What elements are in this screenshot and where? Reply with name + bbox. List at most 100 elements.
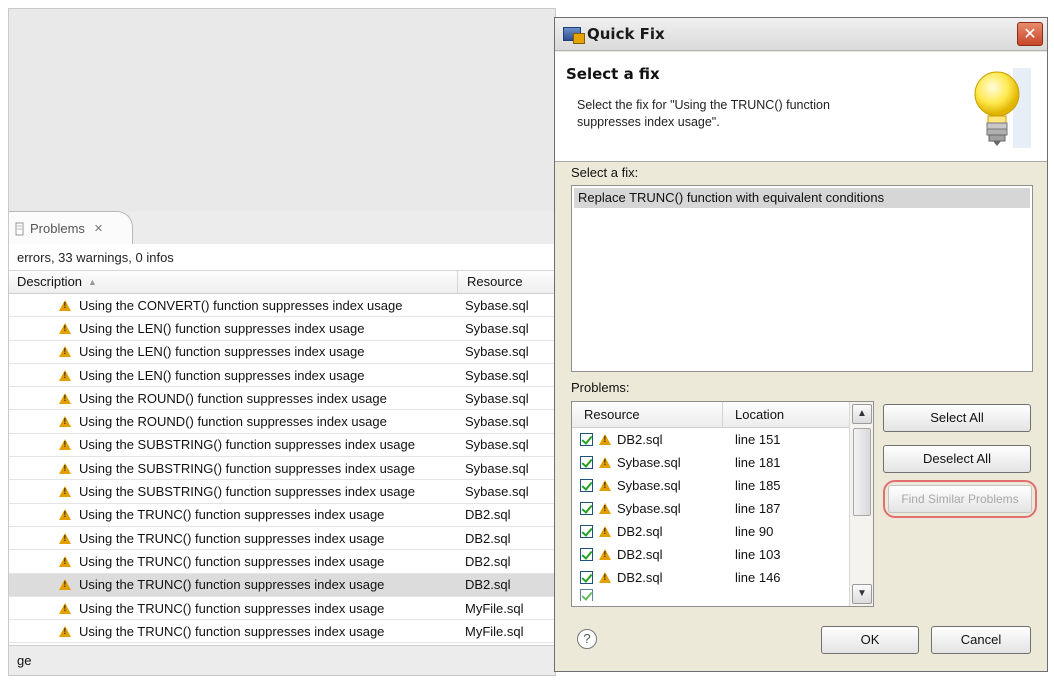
table-row[interactable]: Using the SUBSTRING() function suppresse… [9, 434, 555, 458]
quick-fix-app-icon [563, 27, 585, 44]
fix-item[interactable]: Replace TRUNC() function with equivalent… [574, 188, 1030, 208]
warning-icon [59, 462, 71, 474]
row-resource: DB2.sql [465, 530, 511, 546]
table-row[interactable]: Using the ROUND() function suppresses in… [9, 410, 555, 434]
warning-icon [59, 346, 71, 358]
column-description[interactable]: Description ▲ [9, 271, 458, 293]
problems-column-header: Description ▲ Resource [9, 270, 555, 294]
checkbox[interactable] [580, 548, 593, 561]
list-item[interactable]: Sybase.sql line 187 [572, 497, 873, 520]
row-description-cell: Using the SUBSTRING() function suppresse… [9, 484, 458, 499]
list-item[interactable]: DB2.sql line 90 [572, 520, 873, 543]
row-resource: MyFile.sql [465, 623, 524, 639]
table-row[interactable]: Using the TRUNC() function suppresses in… [9, 504, 555, 527]
problem-resource: DB2.sql [617, 547, 663, 562]
dialog-titlebar[interactable]: Quick Fix ✕ [555, 18, 1047, 51]
problem-resource: DB2.sql [617, 432, 663, 447]
dialog-title: Quick Fix [587, 25, 665, 43]
column-resource[interactable]: Resource [458, 271, 555, 293]
tab-problems[interactable]: Problems ✕ [9, 211, 133, 245]
problem-location: line 185 [735, 478, 781, 493]
help-icon[interactable]: ? [577, 629, 597, 649]
deselect-all-button[interactable]: Deselect All [883, 445, 1031, 473]
table-row[interactable]: Using the LEN() function suppresses inde… [9, 317, 555, 341]
row-resource: DB2.sql [465, 553, 511, 569]
warning-icon [59, 555, 71, 567]
row-resource: Sybase.sql [465, 297, 529, 313]
row-resource: Sybase.sql [465, 390, 529, 406]
table-row[interactable]: Using the TRUNC() function suppresses in… [9, 620, 555, 644]
row-description: Using the SUBSTRING() function suppresse… [79, 460, 415, 476]
checkbox[interactable] [580, 456, 593, 469]
ok-button[interactable]: OK [821, 626, 919, 654]
checkbox[interactable] [580, 433, 593, 446]
row-description: Using the LEN() function suppresses inde… [79, 320, 365, 336]
scroll-down-icon[interactable]: ▼ [852, 584, 872, 604]
row-description: Using the TRUNC() function suppresses in… [79, 600, 385, 616]
status-bar: ge [9, 645, 555, 675]
fix-list[interactable]: Replace TRUNC() function with equivalent… [571, 185, 1033, 372]
select-all-button[interactable]: Select All [883, 404, 1031, 432]
close-tab-icon[interactable]: ✕ [94, 222, 103, 235]
cancel-button[interactable]: Cancel [931, 626, 1031, 654]
table-row[interactable]: Using the ROUND() function suppresses in… [9, 387, 555, 411]
row-description: Using the LEN() function suppresses inde… [79, 344, 365, 360]
table-row[interactable]: Using the SUBSTRING() function suppresse… [9, 480, 555, 504]
quick-fix-dialog: Quick Fix ✕ Select a fix Select the fix … [554, 17, 1048, 672]
row-description-cell: Using the TRUNC() function suppresses in… [9, 601, 458, 616]
table-row[interactable]: Using the TRUNC() function suppresses in… [9, 597, 555, 621]
table-row[interactable]: Using the CONVERT() function suppresses … [9, 294, 555, 318]
warning-icon [59, 369, 71, 381]
scroll-thumb[interactable] [853, 428, 871, 516]
problems-list-rows: DB2.sqlline 151Sybase.sqlline 181Sybase.… [572, 428, 873, 589]
warning-icon [59, 439, 71, 451]
table-row[interactable]: Using the LEN() function suppresses inde… [9, 364, 555, 388]
problem-location: line 181 [735, 455, 781, 470]
problem-resource: Sybase.sql [617, 478, 681, 493]
row-description: Using the TRUNC() function suppresses in… [79, 553, 385, 569]
vertical-scrollbar[interactable]: ▲ ▼ [849, 402, 873, 606]
editor-area [9, 9, 555, 211]
row-description-cell: Using the LEN() function suppresses inde… [9, 321, 458, 336]
row-resource: DB2.sql [465, 577, 511, 593]
column-location-header[interactable]: Location [723, 402, 841, 427]
row-description-cell: Using the TRUNC() function suppresses in… [9, 577, 458, 592]
list-item[interactable]: DB2.sql line 103 [572, 543, 873, 566]
problem-location: line 146 [735, 570, 781, 585]
list-item[interactable]: Sybase.sql line 181 [572, 451, 873, 474]
list-item[interactable]: DB2.sql line 151 [572, 428, 873, 451]
table-row[interactable]: Using the LEN() function suppresses inde… [9, 341, 555, 364]
problem-location: line 187 [735, 501, 781, 516]
row-description-cell: Using the TRUNC() function suppresses in… [9, 507, 458, 522]
list-item[interactable]: DB2.sql line 146 [572, 566, 873, 589]
checkbox[interactable] [580, 571, 593, 584]
warning-icon [59, 486, 71, 498]
warning-icon [59, 299, 71, 311]
problems-list[interactable]: Resource Location DB2.sql line 151 Sybase.… [571, 401, 874, 607]
checkbox[interactable] [580, 525, 593, 538]
table-row[interactable]: Using the TRUNC() function suppresses in… [9, 573, 555, 597]
close-button[interactable]: ✕ [1017, 22, 1043, 46]
row-description: Using the TRUNC() function suppresses in… [79, 530, 385, 546]
find-similar-problems-button[interactable]: Find Similar Problems [888, 485, 1032, 513]
table-row[interactable]: Using the TRUNC() function suppresses in… [9, 550, 555, 574]
warning-icon [59, 625, 71, 637]
row-resource: Sybase.sql [465, 414, 529, 430]
header-description: Select the fix for "Using the TRUNC() fu… [577, 98, 830, 129]
row-description: Using the SUBSTRING() function suppresse… [79, 484, 415, 500]
row-description-cell: Using the CONVERT() function suppresses … [9, 298, 458, 313]
checkbox[interactable] [580, 589, 593, 601]
row-description-cell: Using the ROUND() function suppresses in… [9, 391, 458, 406]
list-item[interactable]: Sybase.sql line 185 [572, 474, 873, 497]
problem-location: line 151 [735, 432, 781, 447]
table-row[interactable]: Using the TRUNC() function suppresses in… [9, 527, 555, 551]
dialog-header: Select a fix Select the fix for "Using t… [555, 52, 1047, 162]
checkbox[interactable] [580, 502, 593, 515]
table-row[interactable]: Using the SUBSTRING() function suppresse… [9, 457, 555, 481]
row-description: Using the ROUND() function suppresses in… [79, 390, 387, 406]
scroll-up-icon[interactable]: ▲ [852, 404, 872, 424]
row-resource: Sybase.sql [465, 344, 529, 360]
warning-icon [59, 392, 71, 404]
checkbox[interactable] [580, 479, 593, 492]
column-resource-header[interactable]: Resource [572, 402, 723, 427]
